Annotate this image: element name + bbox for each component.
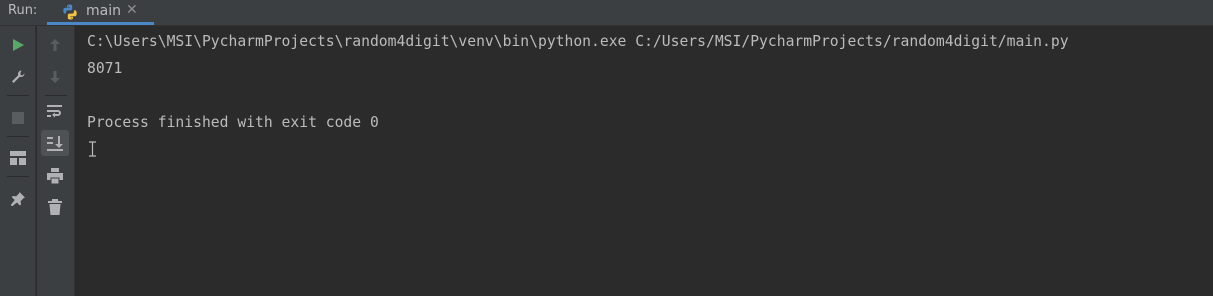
- console-line-exit-status: Process finished with exit code 0: [87, 114, 379, 131]
- console-line-command: C:\Users\MSI\PycharmProjects\random4digi…: [87, 33, 1069, 50]
- previous-occurrence-button[interactable]: [41, 32, 69, 58]
- pin-icon: [11, 192, 25, 206]
- run-tool-window-header: Run: main ✕: [0, 0, 1213, 26]
- soft-wrap-icon: [47, 105, 62, 118]
- scroll-to-end-icon: [47, 135, 63, 151]
- up-arrow-icon: [50, 39, 60, 51]
- wrench-icon: [12, 70, 25, 83]
- next-occurrence-button[interactable]: [41, 64, 69, 90]
- console-output[interactable]: C:\Users\MSI\PycharmProjects\random4digi…: [76, 26, 1213, 296]
- rerun-button[interactable]: [4, 32, 32, 58]
- soft-wrap-button[interactable]: [41, 98, 69, 124]
- down-arrow-icon: [50, 71, 60, 83]
- python-icon: [63, 4, 77, 20]
- toolbar-separator: [45, 95, 67, 96]
- pin-tab-button[interactable]: [4, 186, 32, 212]
- toolbar-separator: [7, 136, 29, 137]
- console-line-output: 8071: [87, 60, 123, 77]
- close-icon[interactable]: ✕: [126, 2, 138, 18]
- restore-layout-button[interactable]: [4, 145, 32, 171]
- tab-main[interactable]: main ✕: [47, 0, 154, 25]
- run-left-toolbar: [0, 26, 36, 296]
- console-toolbar: [37, 26, 75, 296]
- print-button[interactable]: [41, 163, 69, 189]
- scroll-to-end-button[interactable]: [41, 130, 69, 156]
- stop-button[interactable]: [4, 105, 32, 131]
- clear-all-button[interactable]: [41, 194, 69, 220]
- layout-icon: [10, 151, 26, 165]
- settings-button[interactable]: [4, 64, 32, 90]
- run-icon: [13, 39, 24, 51]
- tab-label: main: [86, 3, 121, 19]
- trash-icon: [48, 199, 62, 215]
- print-icon: [47, 168, 63, 184]
- run-label: Run:: [8, 3, 38, 18]
- toolbar-separator: [7, 176, 29, 177]
- toolbar-separator: [7, 95, 29, 96]
- text-cursor-icon: [89, 141, 96, 157]
- stop-icon: [12, 112, 24, 124]
